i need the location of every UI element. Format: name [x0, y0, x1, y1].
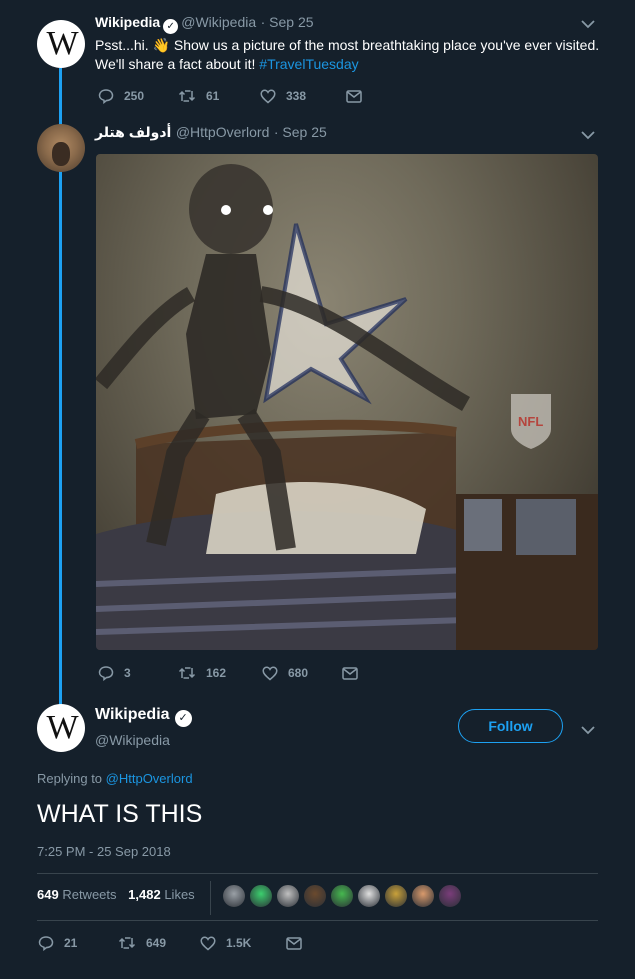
liker-avatar[interactable] [303, 884, 327, 908]
message-button[interactable] [342, 665, 368, 681]
overlord-avatar[interactable] [37, 124, 85, 172]
retweet-icon [118, 937, 136, 949]
tweet-stats: 649 Retweets 1,482 Likes [37, 887, 195, 902]
author-handle[interactable]: @Wikipedia [181, 14, 256, 30]
verified-icon: ✓ [174, 710, 192, 727]
main-author: Wikipedia ✓ @Wikipedia [95, 706, 195, 748]
chevron-down-icon[interactable] [581, 127, 595, 145]
reply-button[interactable]: 21 [38, 935, 118, 951]
author-name[interactable]: Wikipedia [95, 14, 160, 30]
nfl-logo-text: NFL [518, 414, 543, 429]
tweet-photo[interactable]: NFL [96, 154, 598, 650]
wikipedia-avatar[interactable]: W [37, 20, 85, 68]
tweet1-line1: Psst...hi. 👋 Show us a picture of the mo… [95, 37, 600, 53]
retweet-button[interactable]: 649 [118, 935, 200, 951]
retweet-button[interactable]: 61 [178, 88, 260, 104]
retweet-icon [178, 667, 196, 679]
tweet1-actions: 250 61 338 [98, 88, 372, 104]
author-handle[interactable]: @HttpOverlord [176, 124, 270, 140]
liker-avatar[interactable] [384, 884, 408, 908]
tweet1-line2: We'll share a fact about it! #TravelTues… [95, 56, 359, 72]
reply-icon [98, 666, 114, 681]
message-button[interactable] [286, 935, 312, 951]
chevron-down-icon[interactable] [581, 722, 595, 740]
liker-avatar[interactable] [276, 884, 300, 908]
tweet-date[interactable]: · Sep 25 [261, 14, 314, 30]
retweet-button[interactable]: 162 [178, 665, 262, 681]
divider [37, 920, 598, 921]
envelope-icon [286, 936, 302, 950]
main-tweet-text: WHAT IS THIS [37, 800, 203, 828]
author-handle[interactable]: @Wikipedia [95, 732, 195, 748]
like-button[interactable]: 338 [260, 88, 346, 104]
likers-avatars [222, 884, 465, 908]
like-button[interactable]: 1.5K [200, 935, 286, 951]
liker-avatar[interactable] [222, 884, 246, 908]
tweet2-actions: 3 162 680 [98, 665, 368, 681]
tweet-date[interactable]: · Sep 25 [274, 124, 327, 140]
heart-icon [262, 666, 278, 680]
envelope-icon [342, 666, 358, 680]
likes-stat[interactable]: 1,482 Likes [128, 887, 195, 902]
liker-avatar[interactable] [438, 884, 462, 908]
retweet-icon [178, 90, 196, 102]
wikipedia-avatar[interactable]: W [37, 704, 85, 752]
reply-button[interactable]: 3 [98, 665, 178, 681]
retweets-stat[interactable]: 649 Retweets [37, 887, 117, 902]
verified-icon: ✓ [163, 19, 179, 34]
tweet2-header: أدولف هتلر @HttpOverlord · Sep 25 [95, 124, 327, 142]
hashtag-link[interactable]: #TravelTuesday [259, 56, 358, 72]
photo-illustration: NFL [96, 164, 598, 650]
tweet1-header: Wikipedia ✓ @Wikipedia · Sep 25 [95, 14, 314, 34]
reply-button[interactable]: 250 [98, 88, 178, 104]
message-button[interactable] [346, 88, 372, 104]
liker-avatar[interactable] [330, 884, 354, 908]
author-name-row: Wikipedia ✓ [95, 706, 195, 727]
divider [37, 873, 598, 874]
reply-icon [98, 89, 114, 104]
heart-icon [260, 89, 276, 103]
liker-avatar[interactable] [357, 884, 381, 908]
chevron-down-icon[interactable] [581, 16, 595, 34]
tweet1-text: Psst...hi. 👋 Show us a picture of the mo… [95, 36, 615, 74]
replying-to-link[interactable]: @HttpOverlord [106, 771, 193, 786]
main-actions: 21 649 1.5K [38, 935, 312, 951]
reply-icon [38, 936, 54, 951]
envelope-icon [346, 89, 362, 103]
liker-avatar[interactable] [411, 884, 435, 908]
avatar-face [52, 142, 70, 166]
author-name[interactable]: أدولف هتلر [95, 124, 171, 140]
heart-icon [200, 936, 216, 950]
like-button[interactable]: 680 [262, 665, 342, 681]
replying-to: Replying to @HttpOverlord [37, 771, 193, 786]
author-name[interactable]: Wikipedia [95, 706, 170, 723]
tweet-timestamp[interactable]: 7:25 PM - 25 Sep 2018 [37, 844, 171, 859]
follow-button[interactable]: Follow [458, 709, 563, 743]
liker-avatar[interactable] [249, 884, 273, 908]
stats-separator [210, 881, 211, 915]
